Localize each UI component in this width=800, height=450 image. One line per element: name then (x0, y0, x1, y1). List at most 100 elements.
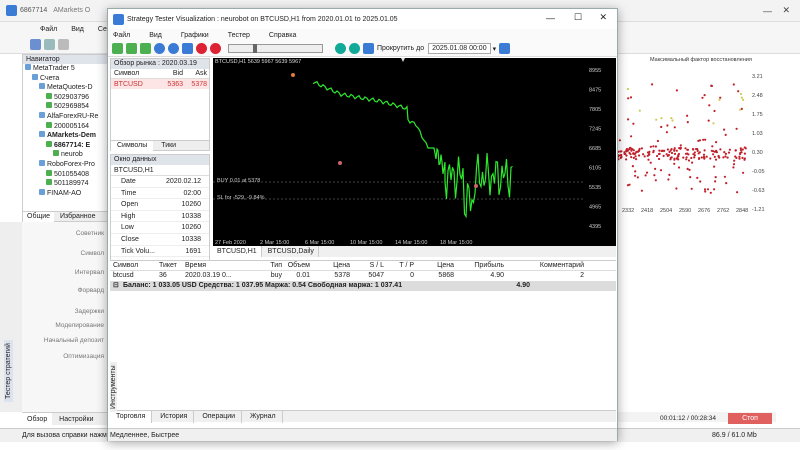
rewind-icon[interactable] (335, 43, 346, 54)
tab-ticks[interactable]: Тики (155, 141, 182, 151)
line-tool-icon[interactable] (58, 39, 69, 50)
minimize-icon[interactable]: — (546, 13, 555, 23)
side-tab-tools[interactable]: Инструменты (110, 362, 117, 412)
column-header[interactable]: T / P (384, 261, 414, 270)
tab-trade[interactable]: Торговля (110, 411, 153, 423)
table-row[interactable]: btcusd 36 2020.03.19 0... buy 0.01 5378 5047 0 5… (110, 271, 616, 281)
navigator-item[interactable]: 6867714: E (23, 140, 111, 151)
optimization-point (673, 162, 676, 165)
optimization-point (709, 191, 712, 194)
crosshair-icon[interactable] (44, 39, 55, 50)
x-tick-label: 2848 (736, 208, 748, 214)
column-header[interactable]: Комментарий (504, 261, 584, 270)
stop-button[interactable]: Стоп (728, 413, 772, 424)
tester-menu-tester[interactable]: Тестер (223, 32, 250, 39)
pause-icon[interactable] (196, 43, 207, 54)
optimization-point (707, 119, 710, 122)
column-header[interactable]: Символ (110, 261, 156, 270)
optimization-point (636, 176, 639, 179)
navigator-item[interactable]: MetaQuotes-D (23, 83, 111, 93)
side-tab-strategy-tester[interactable]: Тестер стратегий (4, 340, 13, 402)
tester-menu-charts[interactable]: Графики (176, 32, 209, 39)
bar-chart-icon[interactable] (112, 43, 123, 54)
fast-forward-icon[interactable] (349, 43, 360, 54)
navigator-item[interactable]: RoboForex-Pro (23, 159, 111, 170)
column-header[interactable]: Прибыль (454, 261, 504, 270)
setting-label: Моделирование (55, 322, 104, 329)
navigator-item[interactable]: AlfaForexRU-Re (23, 111, 111, 122)
optimization-point (700, 156, 703, 159)
optimization-point (738, 155, 741, 158)
y-tick-label: 0.30 (752, 150, 763, 156)
column-bid[interactable]: Bid (157, 70, 183, 77)
tab-journal[interactable]: Журнал (244, 411, 283, 423)
close-icon[interactable]: ✕ (782, 5, 790, 16)
tab-symbols[interactable]: Символы (111, 141, 154, 151)
column-symbol[interactable]: Символ (111, 70, 157, 77)
main-menu-view[interactable]: Вид (71, 26, 84, 33)
price-tick-label: 8475 (589, 88, 601, 94)
stop-icon[interactable] (210, 43, 221, 54)
navigator-item[interactable]: 501189974 (23, 179, 111, 189)
main-menu-file[interactable]: Файл (40, 26, 57, 33)
column-header[interactable]: Цена (414, 261, 454, 270)
zoom-in-icon[interactable] (154, 43, 165, 54)
navigator-item[interactable]: 200005164 (23, 121, 111, 132)
account-icon (46, 179, 52, 186)
optimization-point (684, 147, 687, 150)
chart-header: BTCUSD,H1 5639 5967 5639 5967 (215, 59, 302, 65)
maximize-icon[interactable]: ☐ (574, 12, 582, 23)
optimization-point (677, 166, 681, 169)
optimization-point (723, 151, 726, 154)
tester-menu-bar: Файл Вид Графики Тестер Справка (108, 29, 617, 41)
optimization-point (712, 122, 715, 125)
tab-favorites[interactable]: Избранное (56, 212, 99, 222)
column-header[interactable]: Время (182, 261, 242, 270)
navigator-item[interactable]: AMarkets-Dem (23, 131, 111, 141)
cursor-icon[interactable] (30, 39, 41, 50)
tab-operations[interactable]: Операции (196, 411, 243, 423)
navigator-item[interactable]: MetaTrader 5 (23, 64, 111, 74)
go-button[interactable] (499, 43, 511, 54)
speed-slider[interactable] (228, 44, 323, 53)
expand-icon[interactable]: ⊟ (110, 281, 120, 291)
tab-settings[interactable]: Настройки (54, 413, 98, 426)
tester-menu-help[interactable]: Справка (264, 32, 296, 39)
optimization-point (634, 155, 637, 158)
zoom-out-icon[interactable] (168, 43, 179, 54)
tab-history[interactable]: История (154, 411, 195, 423)
minimize-icon[interactable]: — (763, 6, 772, 16)
column-ask[interactable]: Ask (183, 70, 207, 77)
navigator-item[interactable]: Счета (23, 73, 111, 84)
price-chart[interactable]: 8955 8475 7805 7245 6685 6105 5535 4965 4395 27 F… (213, 58, 616, 246)
optimization-point (684, 152, 688, 155)
close-icon[interactable]: ✕ (599, 12, 607, 23)
column-header[interactable]: Объем (282, 261, 310, 270)
navigator-item[interactable]: 501055408 (23, 169, 111, 180)
line-chart-icon[interactable] (140, 43, 151, 54)
chart-tab-daily[interactable]: BTCUSD,Daily (264, 246, 319, 257)
grid-icon[interactable] (182, 43, 193, 54)
column-header[interactable]: Тип (242, 261, 282, 270)
scroll-to-date-input[interactable]: 2025.01.08 00:00 (428, 43, 491, 54)
tab-common[interactable]: Общие (23, 212, 55, 222)
optimization-point (630, 156, 633, 159)
column-header[interactable]: Тикет (156, 261, 182, 270)
candle-chart-icon[interactable] (126, 43, 137, 54)
market-watch-row[interactable]: BTCUSD 5363 5378 (111, 79, 209, 89)
column-header[interactable]: S / L (350, 261, 384, 270)
tester-menu-view[interactable]: Вид (144, 32, 162, 39)
optimization-point (733, 159, 736, 162)
navigator-item[interactable]: 502903796 (23, 92, 111, 103)
navigator-item[interactable]: FINAM-AO (23, 188, 111, 199)
optimization-point (629, 146, 632, 149)
navigator-item[interactable]: 502969854 (23, 102, 111, 112)
chart-tab-h1[interactable]: BTCUSD,H1 (213, 246, 262, 257)
tester-menu-file[interactable]: Файл (108, 32, 130, 39)
navigator-item[interactable]: neurob (23, 150, 111, 160)
chevron-down-icon[interactable]: ▾ (493, 45, 497, 53)
optimization-point (714, 158, 718, 161)
column-header[interactable]: Цена (310, 261, 350, 270)
tab-overview[interactable]: Обзор (22, 413, 53, 426)
speed-slider-thumb[interactable] (253, 44, 257, 53)
